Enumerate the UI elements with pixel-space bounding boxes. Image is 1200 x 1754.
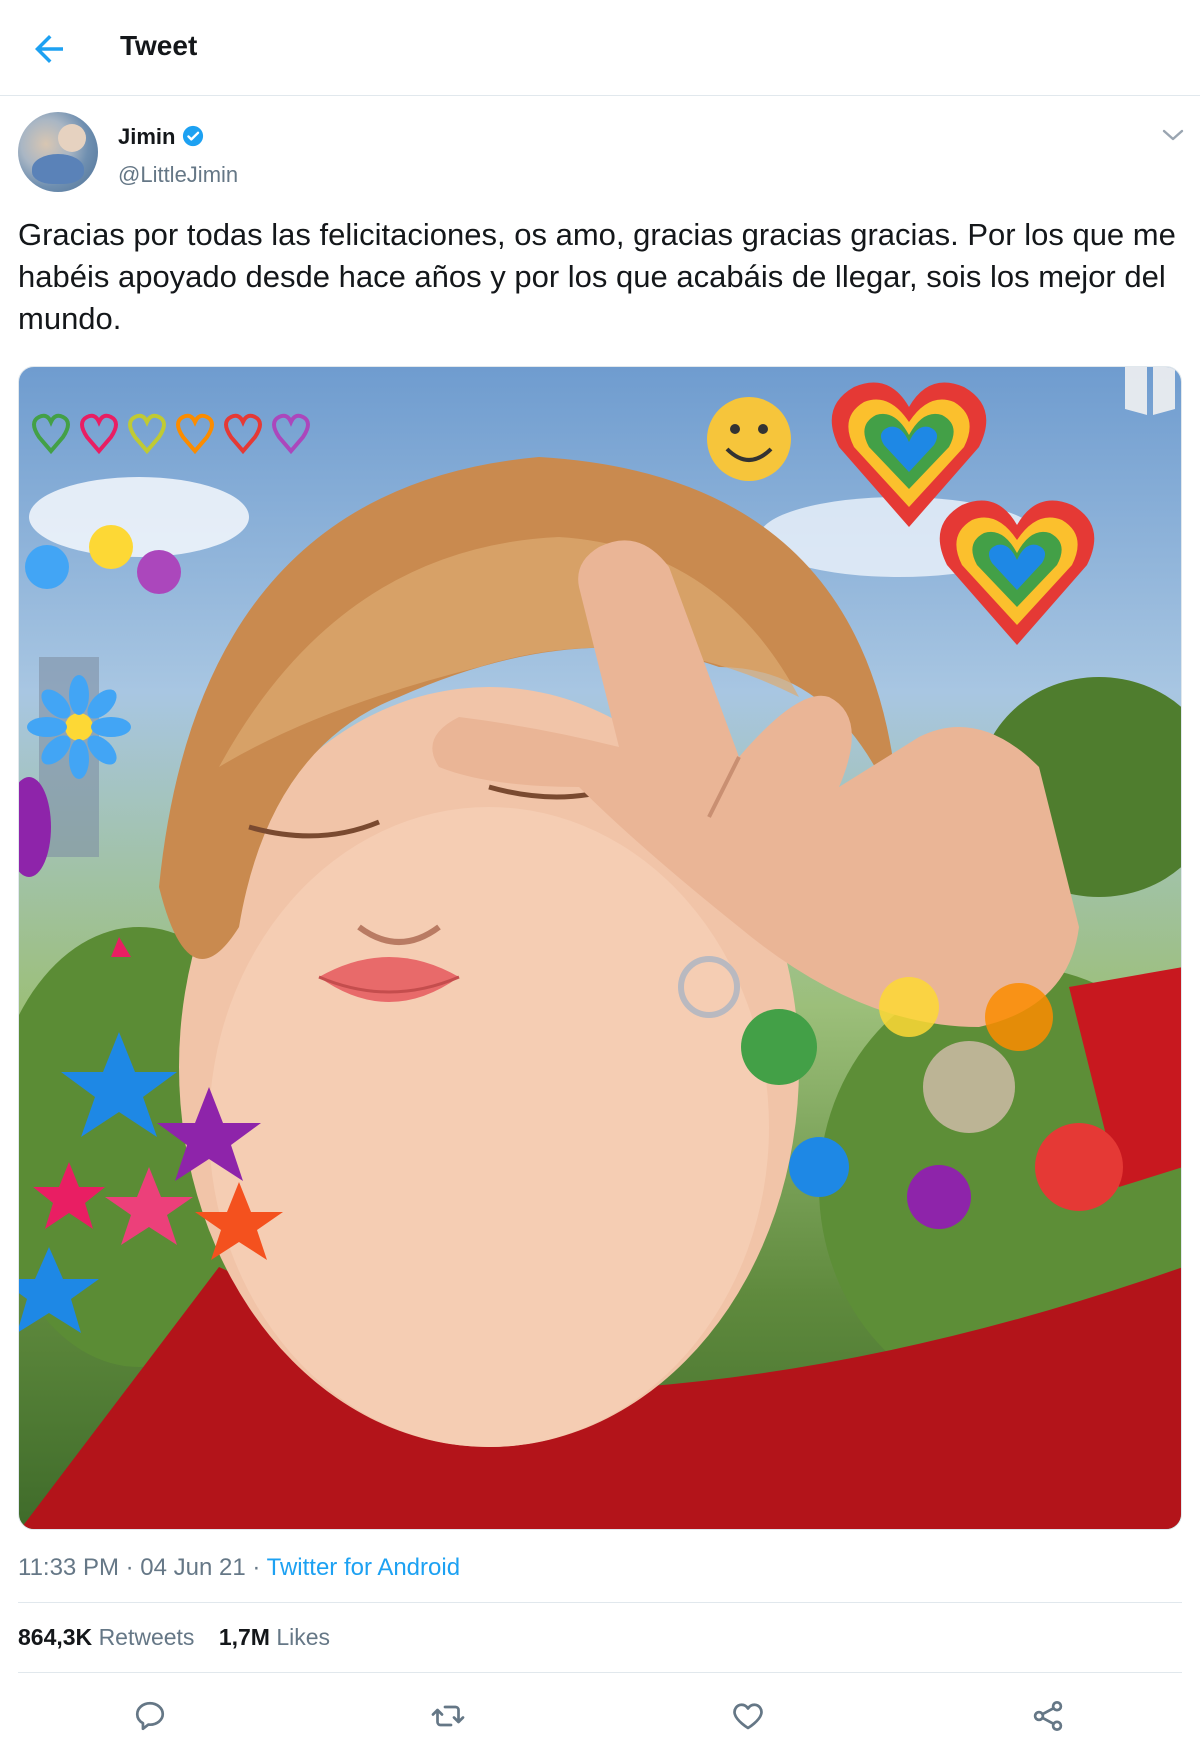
like-icon[interactable]: [730, 1698, 766, 1734]
tweet-date: 04 Jun 21: [140, 1554, 246, 1581]
tweet-text: Gracias por todas las felicitaciones, os…: [18, 217, 1176, 336]
retweets-count: 864,3K: [18, 1624, 93, 1650]
top-bar: Tweet: [0, 0, 1200, 96]
divider: [18, 1672, 1182, 1673]
chevron-down-icon[interactable]: [1160, 126, 1186, 144]
tweet-meta: 11:33 PM · 04 Jun 21 · Twitter for Andro…: [18, 1554, 460, 1582]
tweet-time: 11:33 PM: [18, 1554, 119, 1581]
retweets-stat[interactable]: 864,3K Retweets: [18, 1624, 194, 1651]
reply-icon[interactable]: [132, 1698, 168, 1734]
likes-label: Likes: [276, 1624, 331, 1650]
author-name[interactable]: Jimin: [118, 124, 175, 150]
tweet-stats: 864,3K Retweets 1,7M Likes: [18, 1624, 348, 1651]
retweet-icon[interactable]: [430, 1698, 466, 1734]
author-handle[interactable]: @LittleJimin: [118, 162, 238, 188]
page-title: Tweet: [120, 30, 198, 61]
likes-stat[interactable]: 1,7M Likes: [219, 1624, 330, 1651]
divider: [18, 1602, 1182, 1603]
retweets-label: Retweets: [98, 1624, 195, 1650]
share-icon[interactable]: [1030, 1698, 1066, 1734]
meta-separator: ·: [252, 1554, 261, 1581]
photo-illustration: [19, 367, 1181, 1529]
meta-separator: ·: [125, 1554, 134, 1581]
likes-count: 1,7M: [218, 1624, 270, 1650]
action-bar: [0, 1680, 1200, 1754]
tweet-photo[interactable]: [18, 366, 1182, 1530]
tweet-source-link[interactable]: Twitter for Android: [267, 1554, 460, 1581]
avatar[interactable]: [18, 112, 98, 192]
verified-badge-icon: [182, 125, 204, 147]
back-arrow-icon[interactable]: [28, 28, 70, 70]
